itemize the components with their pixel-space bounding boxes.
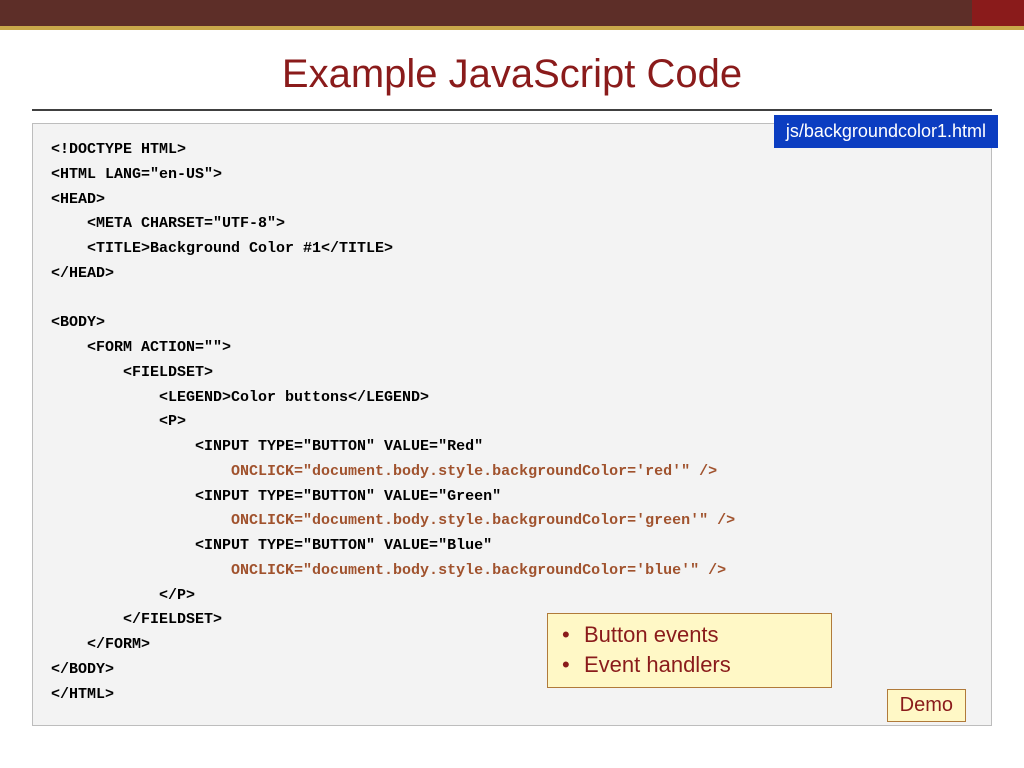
code-line: </FORM> [51, 636, 150, 653]
code-line: <FORM ACTION=""> [51, 339, 231, 356]
code-container: js/backgroundcolor1.html <!DOCTYPE HTML>… [32, 123, 992, 726]
code-line: ONCLICK="document.body.style.backgroundC… [51, 512, 735, 529]
code-line: <FIELDSET> [51, 364, 213, 381]
code-line: </FIELDSET> [51, 611, 222, 628]
code-listing: <!DOCTYPE HTML> <HTML LANG="en-US"> <HEA… [32, 123, 992, 726]
code-line: <INPUT TYPE="BUTTON" VALUE="Blue" [51, 537, 492, 554]
code-line: <!DOCTYPE HTML> [51, 141, 186, 158]
code-line: <HTML LANG="en-US"> [51, 166, 222, 183]
code-line: <META CHARSET="UTF-8"> [51, 215, 285, 232]
notes-item: • Button events [562, 620, 821, 651]
code-line: <LEGEND>Color buttons</LEGEND> [51, 389, 429, 406]
code-line: </HEAD> [51, 265, 114, 282]
code-line: ONCLICK="document.body.style.backgroundC… [51, 463, 717, 480]
code-line: <BODY> [51, 314, 105, 331]
notes-text: Event handlers [584, 650, 731, 681]
code-line: <TITLE>Background Color #1</TITLE> [51, 240, 393, 257]
code-line: <INPUT TYPE="BUTTON" VALUE="Red" [51, 438, 483, 455]
code-line: </P> [51, 587, 195, 604]
bullet-icon: • [562, 650, 584, 681]
notes-text: Button events [584, 620, 719, 651]
header-bar [0, 0, 1024, 26]
code-line: <P> [51, 413, 186, 430]
demo-button[interactable]: Demo [887, 689, 966, 722]
code-line: ONCLICK="document.body.style.backgroundC… [51, 562, 726, 579]
slide-title: Example JavaScript Code [32, 52, 992, 97]
header-accent [972, 0, 1024, 26]
code-line: <INPUT TYPE="BUTTON" VALUE="Green" [51, 488, 501, 505]
notes-item: • Event handlers [562, 650, 821, 681]
title-rule [32, 109, 992, 111]
code-line: </BODY> [51, 661, 114, 678]
file-path-label: js/backgroundcolor1.html [774, 115, 998, 148]
bullet-icon: • [562, 620, 584, 651]
notes-callout: • Button events • Event handlers [547, 613, 832, 689]
code-line: </HTML> [51, 686, 114, 703]
code-line: <HEAD> [51, 191, 105, 208]
